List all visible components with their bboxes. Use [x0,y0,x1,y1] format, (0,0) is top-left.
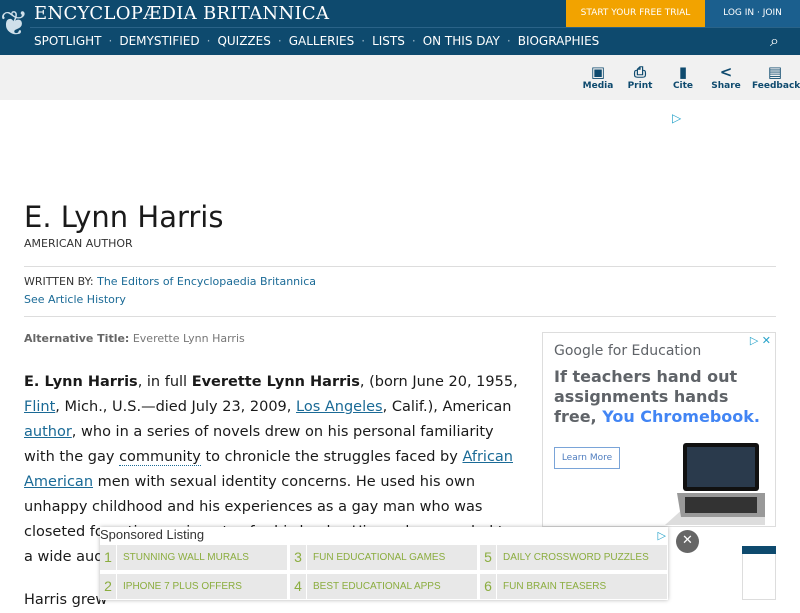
bold-fullname: Everette Lynn Harris [191,374,360,390]
page-title: E. Lynn Harris [24,200,224,234]
login-join-button[interactable]: LOG IN · JOIN [705,0,800,27]
bold-name: E. Lynn Harris [24,374,138,390]
sponsored-item[interactable]: 3 FUN EDUCATIONAL GAMES [290,545,477,570]
alt-title-label: Alternative Title: [24,332,130,345]
cite-label: Cite [672,81,694,91]
text: , in full [137,374,192,390]
written-by-label: WRITTEN BY: [24,275,94,288]
media-button[interactable]: ▣ Media [578,63,618,91]
brand-name[interactable]: ENCYCLOPÆDIA BRITANNICA [34,3,329,24]
author-term-link[interactable]: author [24,424,72,440]
author-link[interactable]: The Editors of Encyclopaedia Britannica [97,275,316,288]
item-label: DAILY CROSSWORD PUZZLES [503,552,649,563]
print-button[interactable]: ⎙ Print [620,63,660,91]
search-icon[interactable]: ⌕ [770,31,779,51]
nav-on-this-day[interactable]: ON THIS DAY [423,34,500,48]
sidebar-box [742,554,776,600]
print-icon: ⎙ [633,63,646,81]
learn-more-button[interactable]: Learn More [554,447,620,469]
flint-link[interactable]: Flint [24,399,55,415]
feedback-icon: ▤ [767,63,783,81]
site-header: ❦ ENCYCLOPÆDIA BRITANNICA START YOUR FRE… [0,0,800,55]
ad-close-icon[interactable]: ▷ ✕ [750,334,771,347]
chromebook-image [665,443,765,525]
item-label: FUN EDUCATIONAL GAMES [313,552,446,563]
share-button[interactable]: < Share [706,63,746,91]
item-number: 4 [290,574,307,599]
adchoices-icon[interactable]: ▷ [658,529,666,542]
nav-galleries[interactable]: GALLERIES [289,34,355,48]
sponsored-item[interactable]: 1 STUNNING WALL MURALS [100,545,287,570]
cite-button[interactable]: ▮ Cite [663,63,703,91]
item-number: 1 [100,545,117,570]
item-number: 3 [290,545,307,570]
google-education-ad[interactable]: ▷ ✕ Google for Education If teachers han… [542,332,776,527]
ad-headline: If teachers hand out assignments hands f… [554,367,774,427]
feedback-label: Feedback [752,81,800,91]
nav-biographies[interactable]: BIOGRAPHIES [518,34,600,48]
los-angeles-link[interactable]: Los Angeles [296,399,383,415]
text: , Mich., U.S.—died July 23, 2009, [55,399,297,415]
ad-line2: You Chromebook. [602,407,760,426]
media-label: Media [582,81,614,91]
text: to chronicle the struggles faced by [200,449,463,465]
close-sponsored-icon[interactable]: ✕ [676,530,699,553]
page-subtitle: AMERICAN AUTHOR [24,237,133,250]
feedback-button[interactable]: ▤ Feedback [752,63,800,91]
share-icon: < [719,63,733,81]
sponsored-item[interactable]: 2 IPHONE 7 PLUS OFFERS [100,574,287,599]
alternative-title: Alternative Title: Everette Lynn Harris [24,332,245,345]
community-link[interactable]: community [119,449,201,466]
share-label: Share [711,81,741,91]
text: , (born June 20, 1955, [359,374,518,390]
sponsored-item[interactable]: 4 BEST EDUCATIONAL APPS [290,574,477,599]
thistle-logo-icon[interactable]: ❦ [0,0,29,52]
sponsored-listing: Sponsored Listing ▷ 1 STUNNING WALL MURAL… [100,527,668,600]
article-history-link[interactable]: See Article History [24,293,126,306]
bookmark-icon: ▮ [678,63,688,81]
main-nav: SPOTLIGHT · DEMYSTIFIED · QUIZZES · GALLERI… [34,34,600,48]
print-label: Print [627,81,653,91]
article-toolbar: ▣ Media ⎙ Print ▮ Cite < Share ▤ Feedback [0,55,800,100]
alt-title-value: Everette Lynn Harris [132,332,245,345]
divider [24,266,776,267]
item-label: BEST EDUCATIONAL APPS [313,581,441,592]
divider [30,27,800,28]
divider [24,316,776,317]
nav-lists[interactable]: LISTS [372,34,405,48]
ad-brand: Google for Education [554,343,702,359]
media-icon: ▣ [590,63,606,81]
sponsored-title: Sponsored Listing [100,527,205,542]
text: , Calif.), American [382,399,512,415]
item-label: IPHONE 7 PLUS OFFERS [123,581,242,592]
sponsored-item[interactable]: 5 DAILY CROSSWORD PUZZLES [480,545,667,570]
item-label: FUN BRAIN TEASERS [503,581,607,592]
item-number: 5 [480,545,497,570]
nav-spotlight[interactable]: SPOTLIGHT [34,34,102,48]
item-number: 2 [100,574,117,599]
nav-quizzes[interactable]: QUIZZES [217,34,270,48]
written-by: WRITTEN BY: The Editors of Encyclopaedia… [24,275,316,288]
nav-demystified[interactable]: DEMYSTIFIED [119,34,199,48]
free-trial-button[interactable]: START YOUR FREE TRIAL [566,0,705,27]
item-label: STUNNING WALL MURALS [123,552,249,563]
sidebar-bar [742,546,776,554]
adchoices-icon[interactable]: ▷ [672,111,681,125]
item-number: 6 [480,574,497,599]
sponsored-item[interactable]: 6 FUN BRAIN TEASERS [480,574,667,599]
